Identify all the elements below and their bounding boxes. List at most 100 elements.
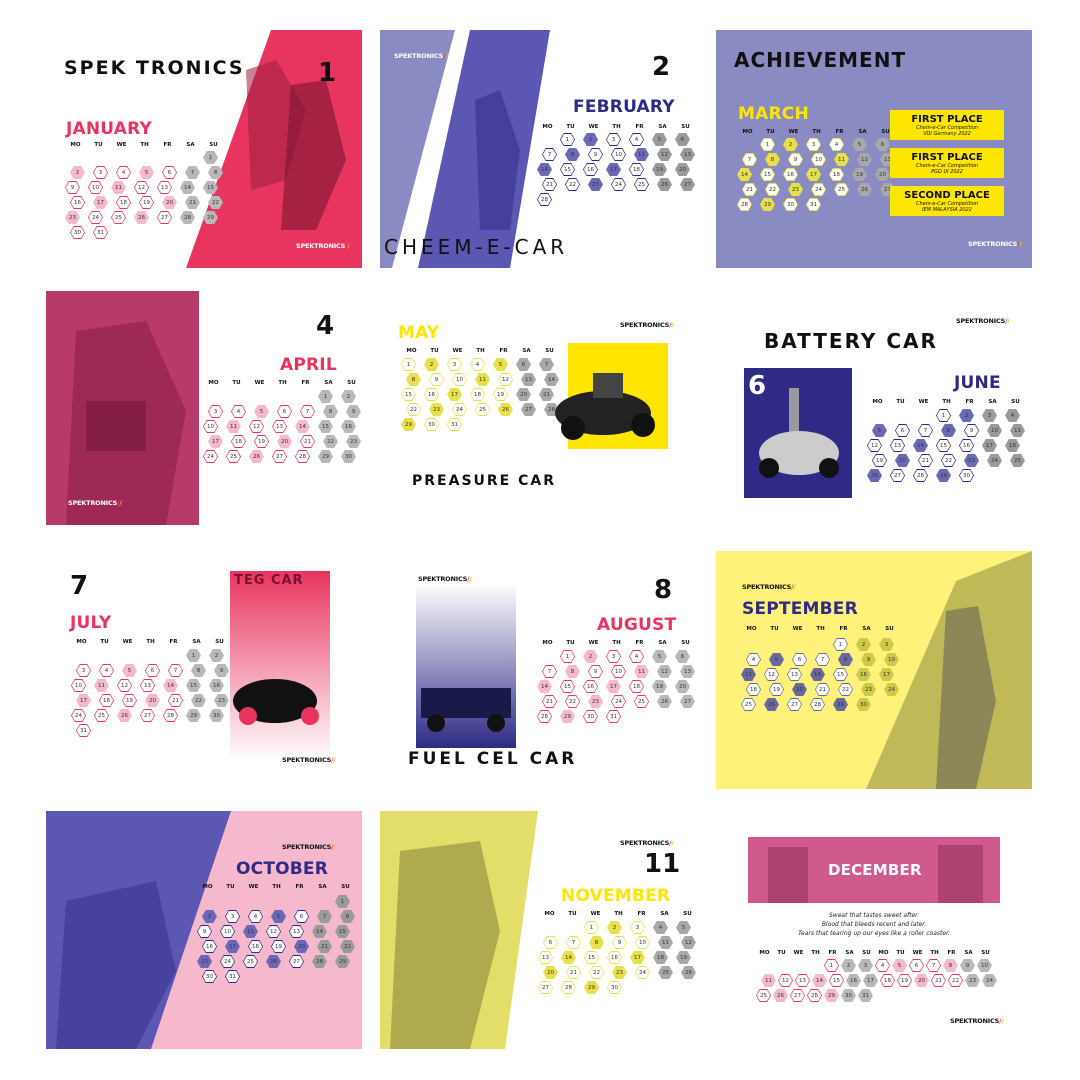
weekday-header: MO TU WE TH FR SA SU: [400, 348, 561, 354]
day-cell: 11: [834, 153, 849, 166]
day-cell: 8: [565, 665, 580, 678]
day-cell: 27: [521, 403, 536, 416]
day-cell: 28: [913, 469, 928, 482]
day-cell: 24: [987, 454, 1002, 467]
weekday-label: TH: [612, 124, 621, 130]
car-photo: [555, 343, 668, 449]
spektronics-logo: SPEKTRONICS//: [620, 321, 674, 329]
day-cell: 10: [987, 424, 1002, 437]
spektronics-logo: SPEKTRONICS//: [742, 583, 796, 591]
day-cell: 17: [806, 168, 821, 181]
month-name: AUGUST: [597, 615, 677, 635]
day-cell: 12: [657, 665, 672, 678]
day-cell: 7: [926, 959, 941, 972]
day-cell: 25: [475, 403, 490, 416]
weekday-header: MO TU WE TH FR SA SU: [866, 399, 1027, 405]
day-cell: 31: [606, 710, 621, 723]
day-cell: 23: [214, 694, 229, 707]
day-cell: 11: [94, 679, 109, 692]
weekday-label: MO: [542, 640, 553, 646]
weekday-label: WE: [452, 348, 463, 354]
day-cell: 28: [807, 989, 822, 1002]
day-cell: 5: [652, 650, 667, 663]
weekday-label: TH: [614, 911, 623, 917]
day-cell: 25: [1010, 454, 1025, 467]
day-cell: 14: [163, 679, 178, 692]
day-cell: 24: [452, 403, 467, 416]
day-cell: 14: [913, 439, 928, 452]
day-cell: 2: [424, 358, 439, 371]
day-cell: 16: [846, 974, 861, 987]
day-cell: 21: [931, 974, 946, 987]
calendar-page-december: DECEMBER Sweat that tastes sweet after. B…: [716, 811, 1032, 1049]
day-cell: 9: [788, 153, 803, 166]
weekday-label: SA: [858, 129, 867, 135]
weekday-header: MO TU WE TH FR SA SU MO TU WE TH FR SA SU: [756, 950, 994, 956]
day-cell: 26: [773, 989, 788, 1002]
month-number: 6: [748, 371, 767, 401]
calendar-page-august: SPEKTRONICS// 8 AUGUST MO TU WE TH FR SA SU 12…: [380, 551, 696, 789]
day-cell: 18: [829, 168, 844, 181]
day-cell: 11: [1010, 424, 1025, 437]
day-cell: 31: [806, 198, 821, 211]
achievement-card: FIRST PLACE Chem-e-Car Competition PGD UI …: [890, 148, 1004, 178]
day-cell: 4: [829, 138, 844, 151]
day-cell: 27: [890, 469, 905, 482]
car-photo: [416, 583, 516, 748]
calendar-page-september: SPEKTRONICS// SEPTEMBER MO TU WE TH FR SA SU 1…: [716, 551, 1032, 789]
day-cell: 30: [583, 710, 598, 723]
day-cell: 20: [675, 680, 690, 693]
day-cell: 9: [588, 665, 603, 678]
day-cell: 15: [401, 388, 416, 401]
day-cell: 18: [629, 680, 644, 693]
day-cell: 7: [168, 664, 183, 677]
day-cell: 3: [858, 959, 873, 972]
day-cell: 13: [795, 974, 810, 987]
weekday-label: WE: [254, 380, 265, 386]
weekday-label: WE: [588, 124, 599, 130]
day-cell: 25: [94, 709, 109, 722]
calendar-page-november: SPEKTRONICS// 11 NOVEMBER MO TU WE TH FR SA SU…: [380, 811, 696, 1049]
weekday-label: SU: [885, 626, 894, 632]
day-cell: 23: [964, 454, 979, 467]
weekday-label: SA: [324, 380, 333, 386]
weekday-label: SU: [347, 380, 356, 386]
day-cell: 13: [890, 439, 905, 452]
weekday-label: TU: [777, 950, 786, 956]
weekday-label: TU: [566, 640, 575, 646]
day-cell: 5: [872, 424, 887, 437]
spektronics-logo: SPEKTRONICS//: [282, 843, 336, 851]
calendar-page-october: SPEKTRONICS// OCTOBER MO TU WE TH FR SA SU 123…: [46, 811, 362, 1049]
weekday-label: SU: [341, 884, 350, 890]
day-cell: 22: [765, 183, 780, 196]
month-name: MARCH: [738, 104, 809, 124]
weekday-label: SU: [681, 124, 690, 130]
teg-car-heading: TEG CAR: [234, 573, 304, 588]
month-number: 1: [318, 58, 337, 88]
weekday-label: FR: [835, 129, 844, 135]
weekday-header: MO TU WE TH FR SA SU: [736, 129, 897, 135]
weekday-label: FR: [828, 950, 837, 956]
weekday-label: WE: [793, 950, 804, 956]
weekday-label: SA: [660, 911, 669, 917]
spektronics-logo: SPEKTRONICS//: [956, 317, 1010, 325]
weekday-label: MO: [742, 129, 753, 135]
day-cell: 20: [914, 974, 929, 987]
month-name: JUNE: [954, 373, 1001, 393]
day-cell: 25: [634, 695, 649, 708]
day-cell: 20: [875, 168, 890, 181]
day-cell: 2: [841, 959, 856, 972]
day-cell: 4: [629, 650, 644, 663]
day-cell: 19: [652, 680, 667, 693]
day-cell: 8: [191, 664, 206, 677]
day-cell: 7: [918, 424, 933, 437]
day-cell: 15: [560, 680, 575, 693]
weekday-label: FR: [637, 911, 646, 917]
day-cell: 17: [606, 680, 621, 693]
day-cell: 5: [122, 664, 137, 677]
weekday-header: MO TU WE TH FR SA SU: [202, 380, 362, 386]
day-cell: 2: [583, 650, 598, 663]
day-cell: 17: [447, 388, 462, 401]
day-cell: 3: [606, 650, 621, 663]
day-cell: 14: [812, 974, 827, 987]
